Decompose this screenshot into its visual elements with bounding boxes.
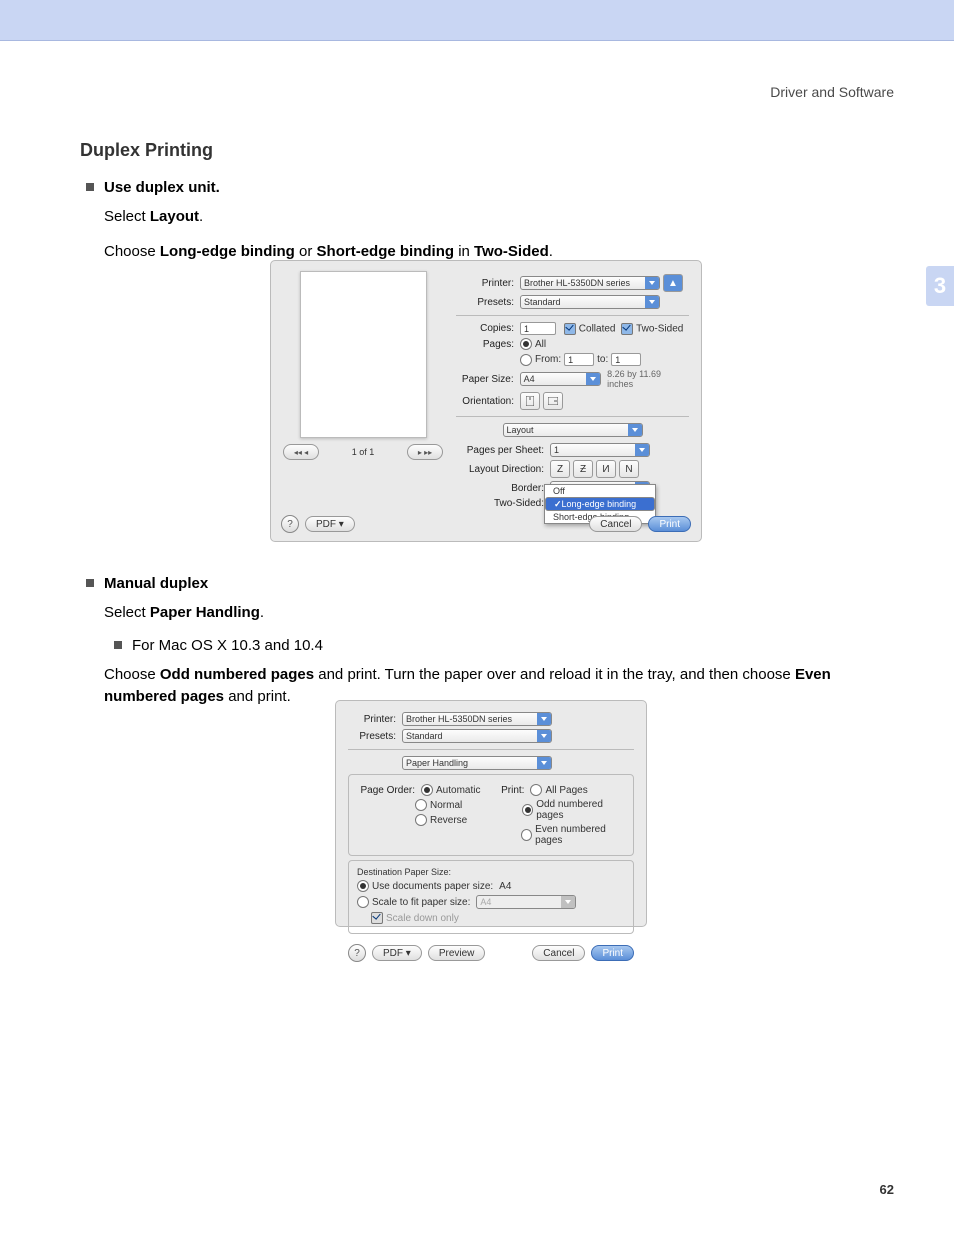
- layout-dir-1-icon[interactable]: Z: [550, 460, 570, 478]
- printer-status-icon[interactable]: ▲: [663, 274, 683, 292]
- layout-dir-4-icon[interactable]: N: [619, 460, 639, 478]
- print-dialog-layout: ◂◂ ◂ 1 of 1 ▸ ▸▸ Printer: Brother HL-535…: [270, 260, 702, 542]
- two-sided-checkbox[interactable]: [621, 323, 633, 335]
- preview-nav-back[interactable]: ◂◂ ◂: [283, 444, 319, 460]
- layout-dir-3-icon[interactable]: И: [596, 460, 616, 478]
- breadcrumb: Driver and Software: [770, 84, 894, 100]
- instruction-select-layout: Select Layout.: [80, 206, 894, 229]
- settings-pane-select[interactable]: Layout: [503, 423, 643, 437]
- print-label-2: Print:: [494, 785, 530, 796]
- papersize-select[interactable]: A4: [520, 372, 602, 386]
- help-icon[interactable]: ?: [281, 515, 299, 533]
- use-doc-size-radio[interactable]: [357, 880, 369, 892]
- orientation-portrait-icon[interactable]: [520, 392, 540, 410]
- page-order-panel: Page Order:Automatic Normal Reverse Prin…: [348, 774, 634, 856]
- print-even-radio[interactable]: [521, 829, 532, 841]
- dest-size-panel: Destination Paper Size: Use documents pa…: [348, 860, 634, 934]
- two-sided-long-option[interactable]: Long-edge binding: [545, 497, 655, 511]
- print-dialog-paper-handling: Printer: Brother HL-5350DN series Preset…: [335, 700, 647, 927]
- pages-all-radio[interactable]: [520, 338, 532, 350]
- pages-per-sheet-label: Pages per Sheet:: [456, 445, 550, 456]
- orientation-landscape-icon[interactable]: [543, 392, 563, 410]
- two-sided-label: Two-Sided:: [456, 498, 550, 509]
- print-odd-radio[interactable]: [522, 804, 533, 816]
- scale-down-checkbox: [371, 912, 383, 924]
- chapter-tab: 3: [926, 266, 954, 306]
- papersize-hint: 8.26 by 11.69 inches: [607, 369, 689, 389]
- page-order-reverse-radio[interactable]: [415, 814, 427, 826]
- print-button-2[interactable]: Print: [591, 945, 634, 961]
- page-number: 62: [880, 1182, 894, 1197]
- page-order-normal-radio[interactable]: [415, 799, 427, 811]
- scale-size-select: A4: [476, 895, 576, 909]
- printer-select-2[interactable]: Brother HL-5350DN series: [402, 712, 552, 726]
- printer-label-2: Printer:: [348, 714, 402, 725]
- page-order-auto-radio[interactable]: [421, 784, 433, 796]
- preview-page-count: 1 of 1: [352, 447, 375, 457]
- pages-from-field[interactable]: 1: [564, 353, 594, 366]
- help-icon-2[interactable]: ?: [348, 944, 366, 962]
- pdf-button-2[interactable]: PDF ▾: [372, 945, 422, 961]
- instruction-select-paper-handling: Select Paper Handling.: [80, 602, 894, 625]
- page-order-label: Page Order:: [357, 785, 421, 796]
- scale-to-fit-radio[interactable]: [357, 896, 369, 908]
- bullet-use-duplex: Use duplex unit.: [80, 179, 894, 196]
- pdf-button[interactable]: PDF ▾: [305, 516, 355, 532]
- presets-select-2[interactable]: Standard: [402, 729, 552, 743]
- pages-to-field[interactable]: 1: [611, 353, 641, 366]
- print-preview-pane: ◂◂ ◂ 1 of 1 ▸ ▸▸: [283, 271, 443, 446]
- preview-nav-fwd[interactable]: ▸ ▸▸: [407, 444, 443, 460]
- page-title: Duplex Printing: [80, 140, 894, 161]
- cancel-button[interactable]: Cancel: [589, 516, 642, 532]
- copies-field[interactable]: 1: [520, 322, 556, 335]
- papersize-label: Paper Size:: [456, 374, 520, 385]
- pages-from-radio[interactable]: [520, 354, 532, 366]
- border-label: Border:: [456, 483, 550, 494]
- cancel-button-2[interactable]: Cancel: [532, 945, 585, 961]
- presets-label: Presets:: [456, 297, 520, 308]
- two-sided-off-option[interactable]: Off: [545, 485, 655, 497]
- pages-per-sheet-select[interactable]: 1: [550, 443, 650, 457]
- printer-select[interactable]: Brother HL-5350DN series: [520, 276, 660, 290]
- print-all-radio[interactable]: [530, 784, 542, 796]
- dest-size-label: Destination Paper Size:: [357, 867, 625, 877]
- preview-button[interactable]: Preview: [428, 945, 486, 961]
- preview-page: [300, 271, 427, 438]
- printer-label: Printer:: [456, 278, 520, 289]
- layout-dir-2-icon[interactable]: Ƶ: [573, 460, 593, 478]
- presets-select[interactable]: Standard: [520, 295, 660, 309]
- collated-checkbox[interactable]: [564, 323, 576, 335]
- pages-label: Pages:: [456, 339, 520, 350]
- copies-label: Copies:: [456, 323, 520, 334]
- page-header-bar: [0, 0, 954, 41]
- presets-label-2: Presets:: [348, 731, 402, 742]
- settings-pane-select-2[interactable]: Paper Handling: [402, 756, 552, 770]
- print-button[interactable]: Print: [648, 516, 691, 532]
- layout-direction-label: Layout Direction:: [456, 464, 550, 475]
- orientation-label: Orientation:: [456, 396, 520, 407]
- bullet-manual-duplex: Manual duplex: [80, 575, 894, 592]
- sub-bullet-macos: For Mac OS X 10.3 and 10.4: [80, 637, 894, 654]
